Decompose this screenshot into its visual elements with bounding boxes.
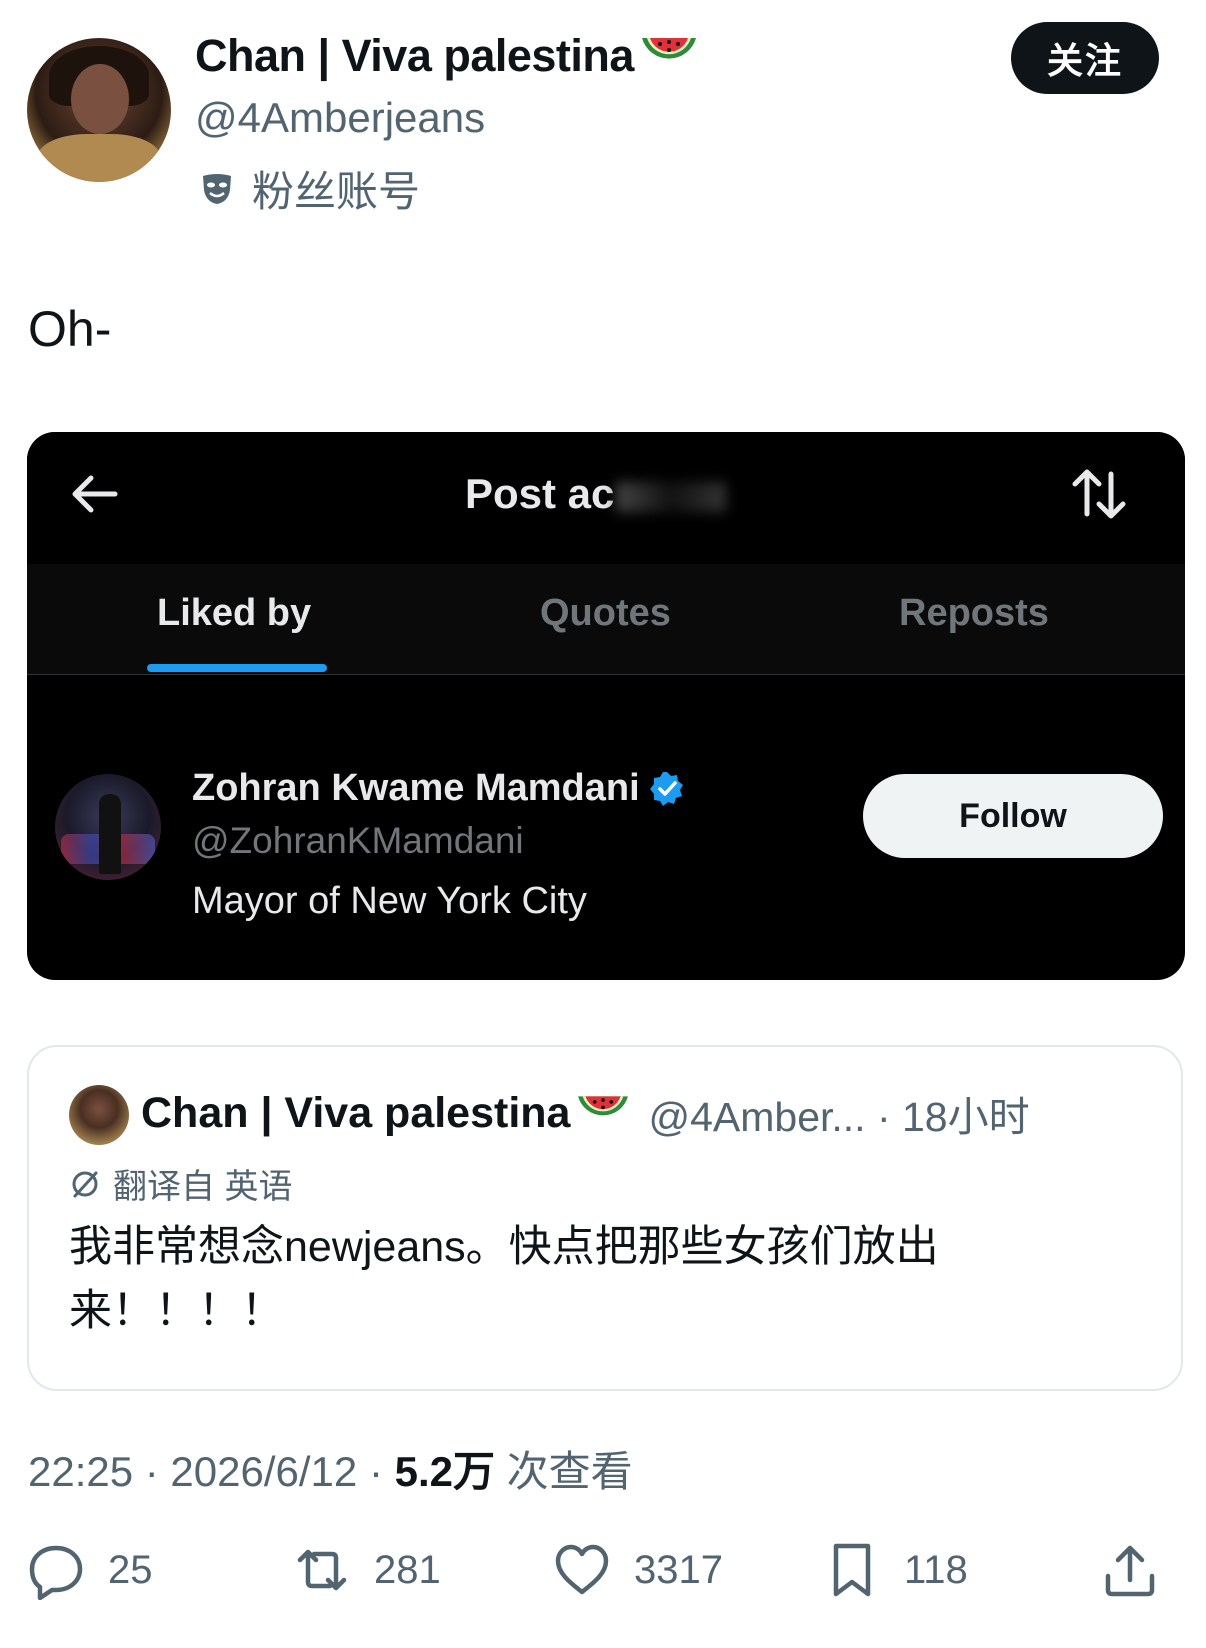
liker-avatar	[55, 774, 161, 880]
reply-count: 25	[108, 1547, 153, 1592]
quoted-display-name: Chan | Viva palestina	[141, 1088, 571, 1137]
active-tab-indicator	[147, 664, 327, 672]
repost-count: 281	[374, 1547, 441, 1592]
liker-handle: @ZohranKMamdani	[192, 820, 524, 861]
time-date[interactable]: 22:25 · 2026/6/12 ·	[28, 1448, 395, 1495]
repost-button[interactable]: 281	[292, 1540, 441, 1600]
screenshot-tabs: Liked by Quotes Reposts	[27, 564, 1185, 675]
translation-note[interactable]: 翻译自 英语	[69, 1159, 292, 1208]
share-icon	[1105, 1545, 1155, 1597]
reply-button[interactable]: 25	[26, 1540, 153, 1600]
quoted-header: Chan | Viva palestina @4Amber... · 18小时	[141, 1083, 1030, 1143]
follow-button[interactable]: 关注	[1011, 22, 1159, 94]
author-handle[interactable]: @4Amberjeans	[195, 94, 485, 142]
sort-icon	[1072, 469, 1126, 519]
author-display-name[interactable]: Chan | Viva palestina	[195, 30, 634, 82]
reply-icon	[29, 1545, 83, 1600]
watermelon-icon	[641, 38, 696, 59]
embedded-screenshot[interactable]: Post ac Liked by Quotes Reposts Zohran K…	[27, 432, 1185, 980]
tweet-timestamp: 22:25 · 2026/6/12 · 5.2万 次查看	[28, 1438, 633, 1499]
screenshot-title-text: Post ac	[465, 470, 615, 517]
repost-icon	[297, 1549, 347, 1591]
quoted-handle-time: @4Amber... · 18小时	[648, 1094, 1030, 1140]
bookmark-icon	[833, 1543, 871, 1597]
translate-icon	[72, 1171, 98, 1197]
author-name-row[interactable]: Chan | Viva palestina	[195, 30, 700, 82]
tab-reposts: Reposts	[899, 592, 1049, 634]
verified-badge-icon	[649, 771, 683, 806]
screenshot-title: Post ac	[465, 470, 727, 518]
like-button[interactable]: 3317	[552, 1540, 723, 1600]
liker-follow-button: Follow	[863, 774, 1163, 858]
quoted-text: 我非常想念newjeans。快点把那些女孩们放出来！！！！	[69, 1223, 939, 1335]
watermelon-icon	[578, 1096, 629, 1116]
bookmark-count: 118	[904, 1547, 968, 1592]
account-label: 粉丝账号	[252, 168, 421, 215]
share-button[interactable]	[1100, 1540, 1160, 1600]
bookmark-button[interactable]: 118	[822, 1540, 968, 1600]
views-count: 5.2万	[394, 1448, 495, 1495]
screenshot-header: Post ac	[27, 432, 1185, 564]
liker-name: Zohran Kwame Mamdani	[192, 767, 640, 809]
liker-name-row: Zohran Kwame Mamdani	[192, 767, 686, 810]
author-avatar[interactable]	[27, 38, 171, 182]
quoted-tweet[interactable]: Chan | Viva palestina @4Amber... · 18小时 …	[27, 1045, 1183, 1391]
views-label: 次查看	[495, 1448, 633, 1495]
quoted-avatar	[69, 1085, 129, 1145]
tab-liked-by: Liked by	[157, 592, 312, 634]
account-label-row: 粉丝账号	[200, 158, 420, 219]
tweet-text: Oh-	[28, 301, 112, 357]
action-bar: 25 281 3317 118	[0, 1540, 1206, 1620]
tab-quotes: Quotes	[540, 592, 671, 634]
like-count: 3317	[634, 1547, 723, 1592]
mask-icon	[203, 173, 231, 204]
translation-text: 翻译自 英语	[113, 1168, 293, 1206]
heart-icon	[555, 1544, 609, 1595]
liker-bio: Mayor of New York City	[192, 880, 587, 922]
back-arrow-icon	[72, 475, 118, 513]
